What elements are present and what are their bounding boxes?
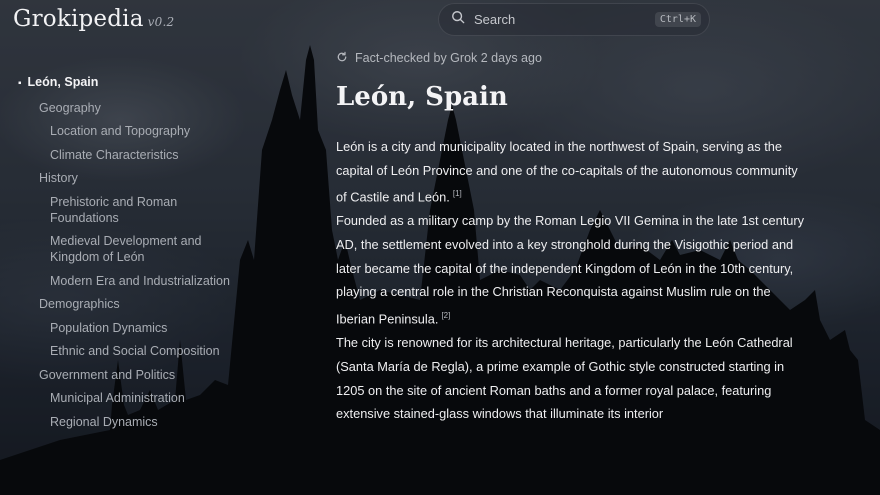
version-label: v0.2 <box>147 15 175 29</box>
fact-check-line: Fact-checked by Grok 2 days ago <box>336 48 806 68</box>
toc-item-geography[interactable]: Geography <box>18 100 238 116</box>
citation-link[interactable]: [1] <box>453 189 462 198</box>
refresh-icon <box>336 51 355 66</box>
toc-item-population[interactable]: Population Dynamics <box>18 320 238 336</box>
search-icon <box>451 10 465 29</box>
toc-item-municipal[interactable]: Municipal Administration <box>18 390 238 406</box>
fact-check-text: Fact-checked by Grok 2 days ago <box>355 51 542 65</box>
toc-item-history[interactable]: History <box>18 170 238 186</box>
citation-link[interactable]: [2] <box>441 311 450 320</box>
search-shortcut-badge: Ctrl+K <box>654 12 701 27</box>
search-bar[interactable]: Search Ctrl+K <box>438 3 710 36</box>
paragraph: Founded as a military camp by the Roman … <box>336 209 806 331</box>
toc-item-ethnic-social[interactable]: Ethnic and Social Composition <box>18 343 238 359</box>
paragraph: The city is renowned for its architectur… <box>336 331 806 426</box>
paragraph-text: León is a city and municipality located … <box>336 139 798 205</box>
site-logo[interactable]: Grokipedia v0.2 <box>13 6 174 32</box>
toc-item-climate[interactable]: Climate Characteristics <box>18 147 238 163</box>
toc-item-regional[interactable]: Regional Dynamics <box>18 414 238 430</box>
paragraph-text: Founded as a military camp by the Roman … <box>336 213 805 327</box>
table-of-contents: León, Spain Geography Location and Topog… <box>18 74 238 437</box>
toc-item-prehistoric-roman[interactable]: Prehistoric and Roman Foundations <box>18 194 238 226</box>
paragraph-text: The city is renowned for its architectur… <box>336 335 793 422</box>
paragraph: León is a city and municipality located … <box>336 135 806 209</box>
page-title: León, Spain <box>336 82 508 112</box>
toc-item-modern-era[interactable]: Modern Era and Industrialization <box>18 273 238 289</box>
toc-item-medieval[interactable]: Medieval Development and Kingdom of León <box>18 233 238 265</box>
toc-item-demographics[interactable]: Demographics <box>18 296 238 312</box>
article: Fact-checked by Grok 2 days ago León, Sp… <box>336 48 806 426</box>
toc-item-leon-spain[interactable]: León, Spain <box>18 74 238 92</box>
toc-item-government[interactable]: Government and Politics <box>18 367 238 383</box>
search-placeholder: Search <box>474 12 516 27</box>
article-body: León is a city and municipality located … <box>336 135 806 426</box>
toc-item-location-topography[interactable]: Location and Topography <box>18 123 238 139</box>
logo-text: Grokipedia <box>13 6 144 32</box>
